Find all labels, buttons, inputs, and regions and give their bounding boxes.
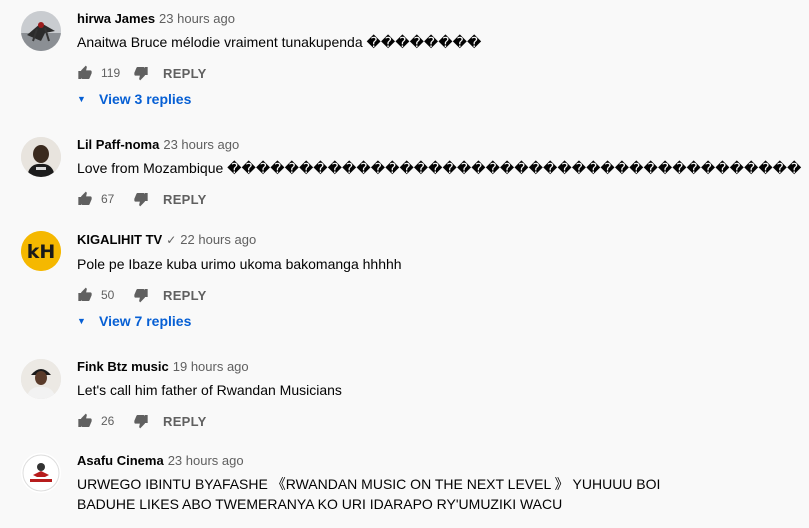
- comment-text-line: URWEGO IBINTU BYAFASHE 《RWANDAN MUSIC ON…: [77, 476, 661, 492]
- reply-button[interactable]: REPLY: [163, 288, 207, 303]
- view-replies-label: View 3 replies: [99, 91, 192, 107]
- caret-down-icon: ▼: [77, 316, 86, 326]
- view-replies-label: View 7 replies: [99, 313, 192, 329]
- comment-actions: 50 REPLY: [77, 285, 207, 305]
- thumbs-up-icon[interactable]: [77, 287, 93, 303]
- timestamp[interactable]: 23 hours ago: [168, 453, 244, 468]
- timestamp[interactable]: 19 hours ago: [173, 359, 249, 374]
- caret-down-icon: ▼: [77, 94, 86, 104]
- comment-header: Fink Btz music 19 hours ago: [77, 358, 249, 376]
- author-name[interactable]: Asafu Cinema: [77, 453, 164, 468]
- author-name[interactable]: hirwa James: [77, 11, 155, 26]
- comment-text: Anaitwa Bruce mélodie vraiment tunakupen…: [77, 34, 482, 50]
- view-replies-button[interactable]: ▼ View 3 replies: [77, 91, 191, 107]
- timestamp[interactable]: 22 hours ago: [180, 232, 256, 247]
- thumbs-up-icon[interactable]: [77, 413, 93, 429]
- thumbs-up-icon[interactable]: [77, 65, 93, 81]
- comment-text: Pole pe Ibaze kuba urimo ukoma bakomanga…: [77, 256, 402, 272]
- thumbs-down-icon[interactable]: [133, 413, 149, 429]
- comment-text-line: BADUHE LIKES ABO TWEMERANYA KO URI IDARA…: [77, 496, 563, 512]
- author-name[interactable]: Lil Paff-noma: [77, 137, 159, 152]
- like-count: 26: [101, 414, 115, 428]
- comment-header: Lil Paff-noma 23 hours ago: [77, 136, 239, 154]
- comment-header: hirwa James 23 hours ago: [77, 10, 235, 28]
- view-replies-button[interactable]: ▼ View 7 replies: [77, 313, 191, 329]
- comment-text: Love from Mozambique �������������������…: [77, 160, 802, 176]
- timestamp[interactable]: 23 hours ago: [163, 137, 239, 152]
- avatar[interactable]: kH: [21, 231, 61, 271]
- thumbs-down-icon[interactable]: [133, 287, 149, 303]
- comment-header: Asafu Cinema 23 hours ago: [77, 452, 244, 470]
- comment-text: Let's call him father of Rwandan Musicia…: [77, 382, 342, 398]
- like-count: 67: [101, 192, 115, 206]
- author-name[interactable]: Fink Btz music: [77, 359, 169, 374]
- like-count: 119: [101, 66, 121, 80]
- comments-section: hirwa James 23 hours ago Anaitwa Bruce mé…: [0, 0, 809, 528]
- thumbs-down-icon[interactable]: [133, 191, 149, 207]
- avatar[interactable]: [21, 137, 61, 177]
- thumbs-up-icon[interactable]: [77, 191, 93, 207]
- comment-actions: 26 REPLY: [77, 411, 207, 431]
- like-count: 50: [101, 288, 115, 302]
- reply-button[interactable]: REPLY: [163, 66, 207, 81]
- timestamp[interactable]: 23 hours ago: [159, 11, 235, 26]
- thumbs-down-icon[interactable]: [133, 65, 149, 81]
- comment-actions: 119 REPLY: [77, 63, 207, 83]
- avatar[interactable]: [21, 11, 61, 51]
- avatar[interactable]: [21, 453, 61, 493]
- comment-actions: 67 REPLY: [77, 189, 207, 209]
- reply-button[interactable]: REPLY: [163, 414, 207, 429]
- author-name[interactable]: KIGALIHIT TV: [77, 232, 162, 247]
- avatar[interactable]: [21, 359, 61, 399]
- svg-text:kH: kH: [27, 241, 56, 263]
- reply-button[interactable]: REPLY: [163, 192, 207, 207]
- comment-header: KIGALIHIT TV ✓ 22 hours ago: [77, 231, 256, 249]
- checkmark-icon: ✓: [166, 233, 177, 247]
